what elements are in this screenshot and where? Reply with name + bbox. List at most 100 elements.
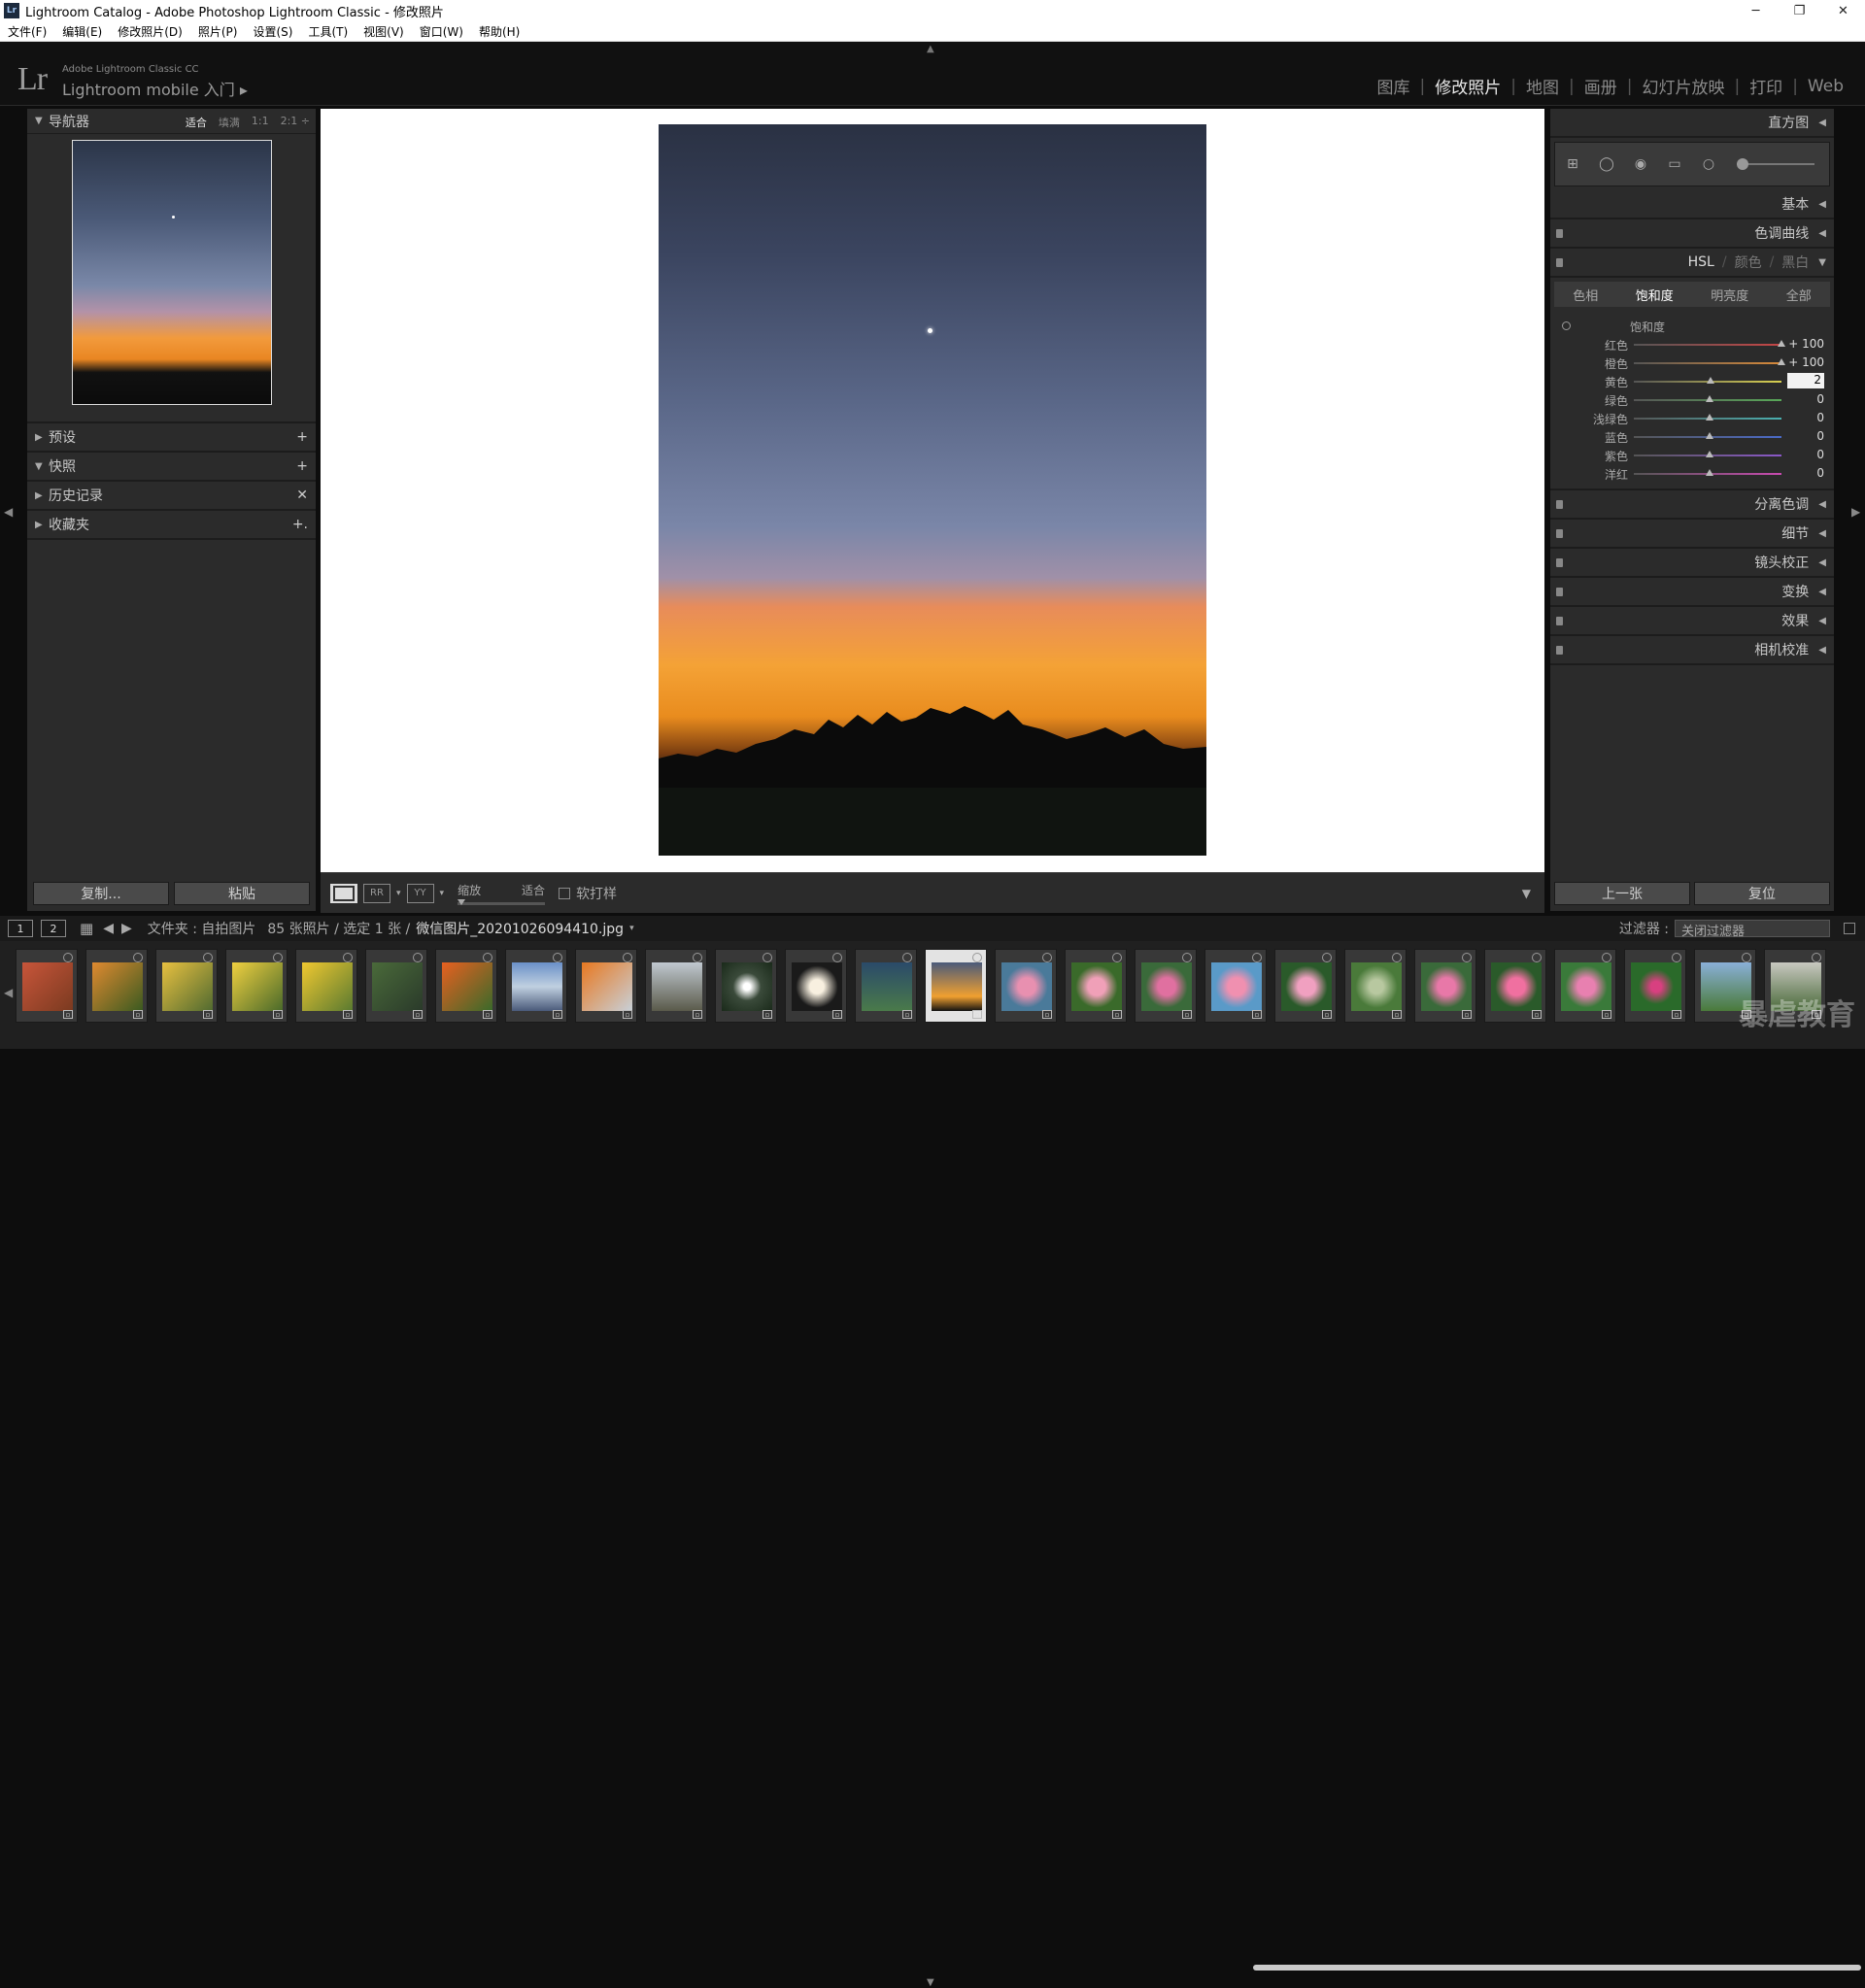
- crop-tool-icon[interactable]: ⊞: [1561, 152, 1584, 176]
- hsl-slider-thumb[interactable]: [1707, 377, 1715, 384]
- panel-switch-icon[interactable]: [1556, 258, 1563, 267]
- panel-switch-icon[interactable]: [1556, 588, 1563, 596]
- toolbar-menu-icon[interactable]: ▼: [1522, 887, 1531, 900]
- hsl-value[interactable]: 0: [1787, 392, 1824, 406]
- nav-1to1-option[interactable]: 1:1: [252, 115, 269, 130]
- menu-settings[interactable]: 设置(S): [245, 23, 300, 40]
- bottom-panel-toggle-icon[interactable]: ▼: [927, 1977, 934, 1988]
- menu-edit[interactable]: 编辑(E): [54, 23, 110, 40]
- filmstrip-thumbnail[interactable]: ▫: [225, 949, 288, 1023]
- filmstrip-thumbnail[interactable]: ▫: [155, 949, 218, 1023]
- hsl-slider-thumb[interactable]: [1706, 451, 1713, 457]
- hsl-value[interactable]: 2: [1787, 373, 1824, 388]
- hsl-header[interactable]: HSL / 颜色 / 黑白 ▼: [1550, 249, 1834, 278]
- clear-history-icon[interactable]: ✕: [296, 488, 308, 503]
- module-develop[interactable]: 修改照片: [1425, 74, 1510, 98]
- navigator-header[interactable]: ▼ 导航器 适合 填满 1:1 2:1 ÷: [27, 109, 316, 134]
- minimize-button[interactable]: ─: [1734, 0, 1778, 21]
- panel-switch-icon[interactable]: [1556, 229, 1563, 238]
- target-adjust-icon[interactable]: [1562, 321, 1571, 330]
- saturation-subtab[interactable]: 饱和度: [1636, 286, 1674, 304]
- filmstrip-thumbnail[interactable]: ▫: [365, 949, 427, 1023]
- hsl-slider-track[interactable]: [1634, 362, 1781, 364]
- folder-path[interactable]: 文件夹 : 自拍图片: [148, 919, 256, 938]
- forward-arrow-icon[interactable]: ▶: [121, 921, 132, 936]
- filmstrip-thumbnail[interactable]: ▫: [16, 949, 78, 1023]
- nav-fill-option[interactable]: 填满: [219, 115, 240, 130]
- filmstrip-thumbnail[interactable]: ▫: [1065, 949, 1127, 1023]
- panel-header[interactable]: 相机校准 ◀: [1550, 636, 1834, 665]
- basic-header[interactable]: 基本 ◀: [1550, 190, 1834, 219]
- hsl-value[interactable]: 0: [1787, 448, 1824, 461]
- menu-view[interactable]: 视图(V): [356, 23, 412, 40]
- zoom-control[interactable]: 缩放 适合: [458, 882, 546, 905]
- hsl-slider-thumb[interactable]: [1706, 395, 1713, 402]
- panel-header[interactable]: 效果 ◀: [1550, 607, 1834, 636]
- luminance-subtab[interactable]: 明亮度: [1711, 286, 1748, 304]
- filmstrip-scrollbar[interactable]: [1253, 1965, 1861, 1971]
- chevron-down-icon[interactable]: ▾: [440, 889, 445, 898]
- panel-switch-icon[interactable]: [1556, 617, 1563, 625]
- filmstrip-thumbnail[interactable]: ▫: [575, 949, 637, 1023]
- presets-header[interactable]: ▶ 预设 +: [27, 423, 316, 453]
- history-header[interactable]: ▶ 历史记录 ✕: [27, 482, 316, 511]
- all-subtab[interactable]: 全部: [1786, 286, 1812, 304]
- hsl-value[interactable]: 0: [1787, 411, 1824, 424]
- back-arrow-icon[interactable]: ◀: [103, 921, 114, 936]
- maximize-button[interactable]: ❐: [1778, 0, 1821, 21]
- hsl-value[interactable]: 0: [1787, 429, 1824, 443]
- module-slideshow[interactable]: 幻灯片放映: [1632, 74, 1734, 98]
- filmstrip-left-arrow-icon[interactable]: ◀: [4, 986, 13, 999]
- main-photo[interactable]: [659, 124, 1206, 856]
- softproof-checkbox[interactable]: [559, 887, 571, 899]
- filmstrip-thumbnail[interactable]: ▫: [855, 949, 917, 1023]
- chevron-down-icon[interactable]: ▾: [396, 889, 401, 898]
- collections-header[interactable]: ▶ 收藏夹 +.: [27, 511, 316, 540]
- menu-tools[interactable]: 工具(T): [300, 23, 356, 40]
- module-library[interactable]: 图库: [1368, 74, 1420, 98]
- panel-header[interactable]: 镜头校正 ◀: [1550, 549, 1834, 578]
- snapshots-header[interactable]: ▼ 快照 +: [27, 453, 316, 482]
- hsl-slider-thumb[interactable]: [1706, 414, 1713, 421]
- filmstrip-thumbnail[interactable]: ▫: [925, 949, 987, 1023]
- filmstrip-thumbnail[interactable]: ▫: [1274, 949, 1337, 1023]
- reset-button[interactable]: 复位: [1694, 882, 1830, 905]
- red-eye-icon[interactable]: ◉: [1629, 152, 1652, 176]
- loupe-view-icon[interactable]: [330, 883, 357, 903]
- current-filename[interactable]: 微信图片_20201026094410.jpg: [416, 919, 624, 938]
- previous-button[interactable]: 上一张: [1554, 882, 1690, 905]
- brush-slider[interactable]: [1737, 158, 1814, 170]
- filmstrip-thumbnail[interactable]: ▫: [995, 949, 1057, 1023]
- hsl-slider-track[interactable]: [1634, 344, 1781, 346]
- nav-2to1-option[interactable]: 2:1 ÷: [281, 115, 310, 130]
- primary-window-button[interactable]: 1: [8, 920, 33, 937]
- right-panel-toggle-icon[interactable]: ▶: [1851, 505, 1860, 519]
- radial-filter-icon[interactable]: ○: [1697, 152, 1720, 176]
- menu-develop[interactable]: 修改照片(D): [110, 23, 190, 40]
- filmstrip-thumbnail[interactable]: ▫: [645, 949, 707, 1023]
- add-preset-icon[interactable]: +: [296, 429, 308, 445]
- top-panel-toggle-icon[interactable]: ▲: [927, 44, 934, 54]
- filmstrip-thumbnail[interactable]: ▫: [1484, 949, 1546, 1023]
- hsl-tab[interactable]: HSL: [1688, 254, 1714, 270]
- histogram-header[interactable]: 直方图 ◀: [1550, 109, 1834, 138]
- hue-subtab[interactable]: 色相: [1573, 286, 1598, 304]
- filter-lock-icon[interactable]: [1844, 923, 1855, 934]
- hsl-slider-thumb[interactable]: [1706, 432, 1713, 439]
- panel-switch-icon[interactable]: [1556, 646, 1563, 655]
- zoom-slider[interactable]: [458, 898, 546, 905]
- filmstrip-thumbnail[interactable]: ▫: [435, 949, 497, 1023]
- filmstrip-thumbnail[interactable]: ▫: [1204, 949, 1267, 1023]
- hsl-value[interactable]: + 100: [1787, 355, 1824, 369]
- before-after-lr-icon[interactable]: RR: [363, 883, 390, 903]
- filmstrip-thumbnail[interactable]: ▫: [1414, 949, 1476, 1023]
- panel-switch-icon[interactable]: [1556, 529, 1563, 538]
- panel-header[interactable]: 细节 ◀: [1550, 520, 1834, 549]
- module-book[interactable]: 画册: [1575, 74, 1627, 98]
- before-after-tb-icon[interactable]: YY: [406, 883, 434, 903]
- hsl-slider-thumb[interactable]: [1778, 340, 1785, 347]
- color-tab[interactable]: 颜色: [1735, 253, 1762, 272]
- filmstrip-thumbnail[interactable]: ▫: [1344, 949, 1407, 1023]
- module-map[interactable]: 地图: [1516, 74, 1569, 98]
- filmstrip-thumbnail[interactable]: ▫: [1135, 949, 1197, 1023]
